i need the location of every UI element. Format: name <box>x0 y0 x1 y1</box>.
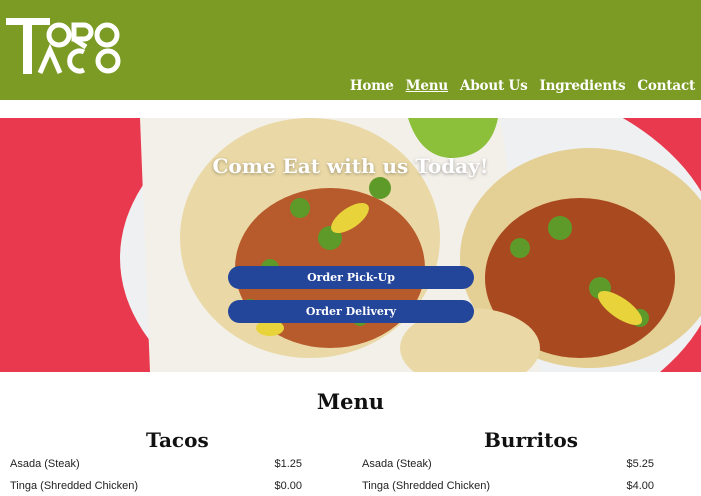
item-price: $0.00 <box>274 480 302 492</box>
nav-about-us[interactable]: About Us <box>460 78 528 94</box>
site-header: Home Menu About Us Ingredients Contact <box>0 0 701 100</box>
menu-row: Tinga (Shredded Chicken) $0.00 <box>10 476 302 496</box>
item-name: Tinga (Shredded Chicken) <box>10 480 138 492</box>
item-name: Asada (Steak) <box>362 458 432 470</box>
hero-banner: Come Eat with us Today! Order Pick-Up Or… <box>0 118 701 372</box>
nav-contact[interactable]: Contact <box>637 78 695 94</box>
burritos-section: Burritos Asada (Steak) $5.25 Tinga (Shre… <box>362 428 654 496</box>
menu-row: Tinga (Shredded Chicken) $4.00 <box>362 476 654 496</box>
item-name: Asada (Steak) <box>10 458 80 470</box>
nav-home[interactable]: Home <box>350 78 394 94</box>
tacos-section: Tacos Asada (Steak) $1.25 Tinga (Shredde… <box>10 428 302 496</box>
menu-row: Asada (Steak) $1.25 <box>10 454 302 474</box>
item-name: Tinga (Shredded Chicken) <box>362 480 490 492</box>
hero-title: Come Eat with us Today! <box>212 154 489 178</box>
order-delivery-button[interactable]: Order Delivery <box>228 300 474 323</box>
menu-row: Asada (Steak) $5.25 <box>362 454 654 474</box>
nav-menu[interactable]: Menu <box>406 78 449 94</box>
item-price: $5.25 <box>626 458 654 470</box>
order-pickup-button[interactable]: Order Pick-Up <box>228 266 474 289</box>
item-price: $1.25 <box>274 458 302 470</box>
nav-ingredients[interactable]: Ingredients <box>540 78 626 94</box>
main-nav: Home Menu About Us Ingredients Contact <box>350 78 695 94</box>
toro-taco-logo[interactable] <box>4 14 126 78</box>
burritos-heading: Burritos <box>484 428 578 452</box>
tacos-heading: Tacos <box>146 428 209 452</box>
menu-heading: Menu <box>316 389 385 414</box>
item-price: $4.00 <box>626 480 654 492</box>
